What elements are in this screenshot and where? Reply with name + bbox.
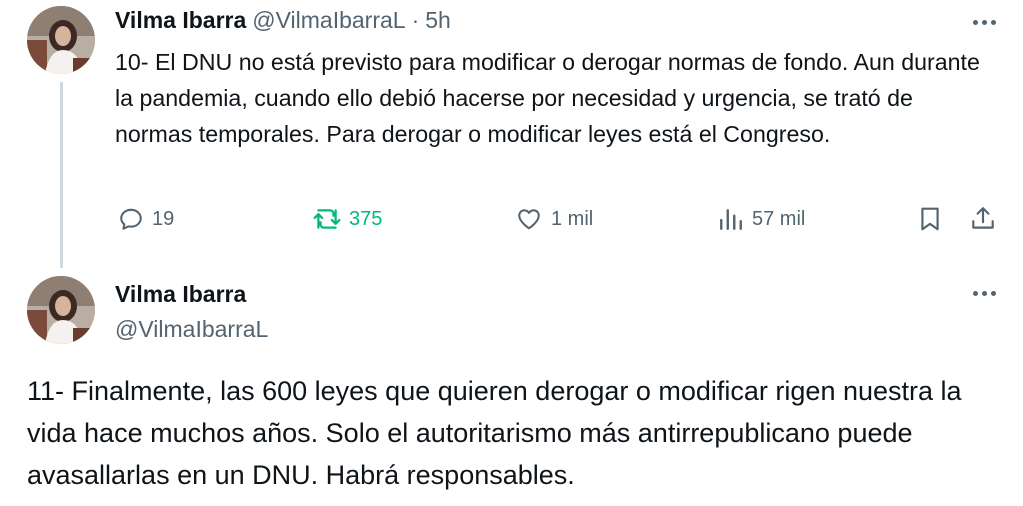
like-button[interactable]: 1 mil	[515, 206, 593, 232]
author-name[interactable]: Vilma Ibarra	[115, 281, 246, 308]
like-count: 1 mil	[551, 207, 594, 230]
avatar[interactable]	[27, 6, 95, 74]
more-icon[interactable]	[973, 291, 996, 296]
tweet-time[interactable]: 5h	[425, 7, 451, 34]
avatar-photo	[27, 6, 95, 74]
avatar-photo	[27, 276, 95, 344]
tweet1-header: Vilma Ibarra @VilmaIbarraL · 5h	[115, 7, 451, 34]
avatar[interactable]	[27, 276, 95, 344]
like-icon	[518, 209, 540, 230]
repost-button[interactable]: 375	[313, 206, 382, 232]
reply-button[interactable]: 19	[118, 206, 174, 232]
share-icon	[972, 207, 994, 229]
views-count: 57 mil	[752, 207, 806, 230]
author-handle[interactable]: @VilmaIbarraL	[115, 316, 268, 343]
repost-count: 375	[349, 207, 383, 230]
bookmark-button[interactable]	[918, 206, 942, 232]
bookmark-icon	[921, 207, 939, 231]
repost-icon	[313, 209, 341, 229]
tweet1-text: 10- El DNU no está previsto para modific…	[115, 49, 980, 147]
views-icon	[720, 209, 742, 230]
author-name[interactable]: Vilma Ibarra	[115, 7, 246, 34]
thread-line	[60, 82, 63, 268]
share-button[interactable]	[970, 205, 996, 233]
reply-icon	[120, 208, 142, 230]
views-button[interactable]: 57 mil	[718, 206, 805, 232]
reply-count: 19	[152, 207, 175, 230]
author-handle[interactable]: @VilmaIbarraL	[252, 7, 405, 34]
more-icon[interactable]	[973, 20, 996, 25]
separator: ·	[411, 7, 420, 33]
tweet2-text: 11- Finalmente, las 600 leyes que quiere…	[27, 376, 962, 490]
